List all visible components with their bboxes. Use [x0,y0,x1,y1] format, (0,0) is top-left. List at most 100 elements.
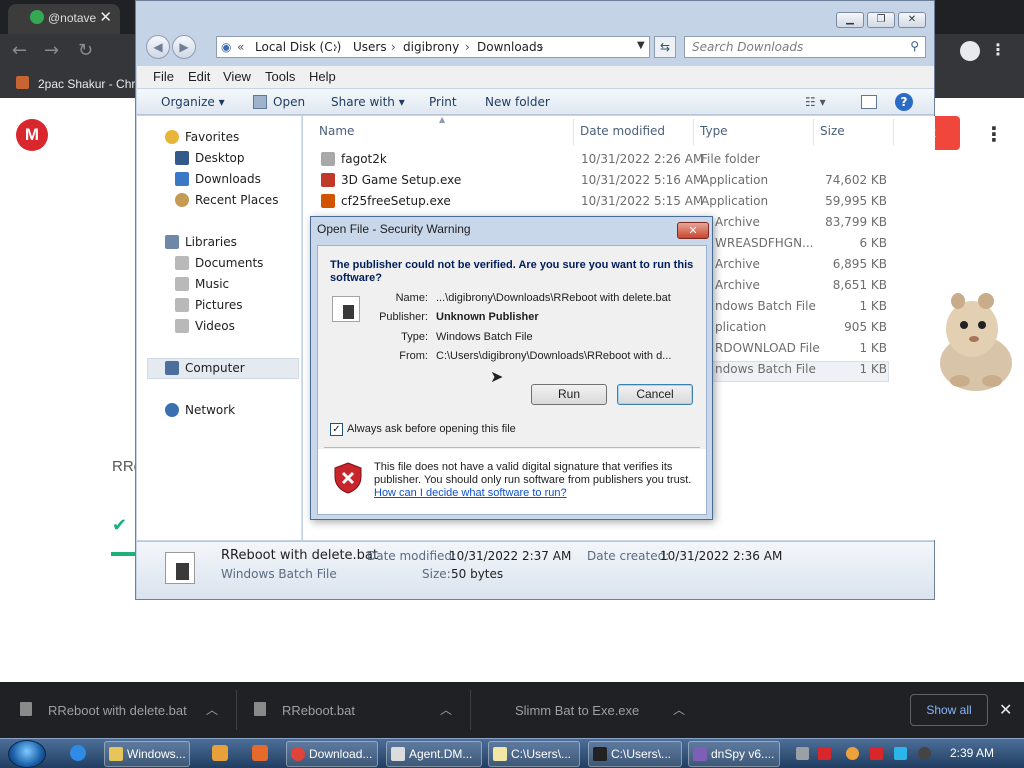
type-value: Windows Batch File [436,331,533,343]
browser-menu-icon[interactable]: ⋮ [990,40,1006,59]
always-ask-checkbox[interactable]: ✓ [330,423,343,436]
close-window-button[interactable]: ✕ [898,12,926,28]
column-type-header[interactable]: Type [700,124,728,138]
nav-documents[interactable]: Documents [175,256,263,270]
close-shelf-icon[interactable]: ✕ [999,700,1012,719]
tray-icon[interactable] [796,747,809,760]
chevron-up-icon[interactable]: ︿ [673,701,685,718]
always-ask-label[interactable]: Always ask before opening this file [347,423,516,435]
mega-logo-icon[interactable]: M [16,119,48,151]
menu-edit[interactable]: Edit [188,69,210,84]
print-button[interactable]: Print [429,95,457,109]
column-separator[interactable] [693,119,694,145]
new-folder-button[interactable]: New folder [485,95,550,109]
browser-tab[interactable]: @notave ✕ [8,4,120,34]
nav-recent-places[interactable]: Recent Places [175,193,278,207]
nav-downloads[interactable]: Downloads [175,172,261,186]
help-icon[interactable]: ? [895,93,913,111]
search-input[interactable]: Search Downloads ⚲ [684,36,926,58]
menu-file[interactable]: File [153,69,174,84]
organize-button[interactable]: Organize ▾ [161,95,225,109]
menu-view[interactable]: View [223,69,251,84]
media-player-icon[interactable] [212,745,228,761]
nav-network-label: Network [185,403,236,417]
crumb-separator-icon[interactable]: › [391,40,396,54]
nav-music[interactable]: Music [175,277,229,291]
column-separator[interactable] [893,119,894,145]
preview-pane-icon[interactable] [861,95,877,109]
column-separator[interactable] [813,119,814,145]
tray-icon[interactable] [918,747,931,760]
crumb-users[interactable]: Users [353,40,387,54]
tray-icon[interactable] [870,747,883,760]
chevron-up-icon[interactable]: ︿ [206,701,218,718]
minimize-button[interactable]: ▁ [836,12,864,28]
menu-help[interactable]: Help [309,69,336,84]
nav-desktop[interactable]: Desktop [175,151,245,165]
tab-close-icon[interactable]: ✕ [99,8,112,26]
overflow-chevron-icon[interactable]: « [237,40,244,54]
file-name: cf25freeSetup.exe [341,194,451,208]
taskbar-button[interactable]: C:\Users\... [488,741,580,767]
share-with-button[interactable]: Share with ▾ [331,95,405,109]
forward-icon[interactable]: → [44,40,59,61]
file-type: Archive [715,215,760,229]
taskbar-button[interactable]: dnSpy v6.... [688,741,780,767]
address-dropdown-icon[interactable]: ▼ [637,40,645,51]
column-name-header[interactable]: Name [319,124,354,138]
taskbar-button[interactable]: Download... [286,741,378,767]
nav-network[interactable]: Network [165,403,236,417]
tray-icon[interactable] [818,747,831,760]
show-all-button[interactable]: Show all [910,694,988,726]
internet-explorer-icon[interactable] [70,745,86,761]
address-bar[interactable]: ◉ « Local Disk (C:) › Users › digibrony … [216,36,650,58]
download-item[interactable]: RReboot.bat ︿ [234,682,470,738]
bookmark-item[interactable]: 2pac Shakur - Chro [38,77,142,91]
taskbar-button[interactable]: Agent.DM... [386,741,482,767]
refresh-button[interactable]: ⇆ [654,36,676,58]
table-row[interactable]: fagot2k 10/31/2022 2:26 AM File folder [303,149,935,170]
clock[interactable]: 2:39 AM [950,746,994,760]
reload-icon[interactable]: ↻ [78,40,93,61]
nav-videos[interactable]: Videos [175,319,235,333]
tray-icon[interactable] [894,747,907,760]
back-button[interactable]: ◀ [146,35,170,59]
crumb-separator-icon[interactable]: › [465,40,470,54]
download-item[interactable]: RReboot with delete.bat ︿ [0,682,236,738]
start-button[interactable] [8,740,46,768]
dialog-close-button[interactable]: ✕ [677,222,709,239]
crumb-user[interactable]: digibrony [403,40,459,54]
column-date-header[interactable]: Date modified [580,124,665,138]
publisher-label: Publisher: [379,311,428,323]
chevron-up-icon[interactable]: ︿ [440,701,452,718]
nav-pictures[interactable]: Pictures [175,298,243,312]
column-size-header[interactable]: Size [820,124,845,138]
run-button[interactable]: Run [531,384,607,405]
nav-computer[interactable]: Computer [165,361,245,375]
view-options-icon[interactable]: ☷ ▾ [805,95,826,109]
page-menu-icon[interactable]: ⋮ [984,122,1004,146]
taskbar-button[interactable]: Windows... [104,741,190,767]
back-icon[interactable]: ← [12,40,27,61]
column-separator[interactable] [573,119,574,145]
taskbar-button[interactable]: C:\Users\... [588,741,682,767]
forward-button[interactable]: ▶ [172,35,196,59]
maximize-button[interactable]: ❐ [867,12,895,28]
profile-avatar-icon[interactable] [960,41,980,61]
nav-favorites[interactable]: Favorites [165,130,239,144]
open-button[interactable]: Open [273,95,305,109]
nav-libraries[interactable]: Libraries [165,235,237,249]
file-size: 1 KB [859,362,887,376]
table-row[interactable]: 3D Game Setup.exe 10/31/2022 5:16 AM Appli… [303,170,935,191]
crumb-downloads[interactable]: Downloads [477,40,543,54]
tray-icon[interactable] [846,747,859,760]
crumb-separator-icon[interactable]: › [333,40,338,54]
crumb-separator-icon[interactable]: › [539,40,544,54]
app-icon[interactable] [252,745,268,761]
cancel-button[interactable]: Cancel [617,384,693,405]
help-link[interactable]: How can I decide what software to run? [374,487,567,499]
menu-tools[interactable]: Tools [265,69,295,84]
crumb-local-disk[interactable]: Local Disk (C:) [255,40,341,54]
table-row[interactable]: cf25freeSetup.exe 10/31/2022 5:15 AM Appli… [303,191,935,212]
download-item[interactable]: Slimm Bat to Exe.exe ︿ [467,682,703,738]
